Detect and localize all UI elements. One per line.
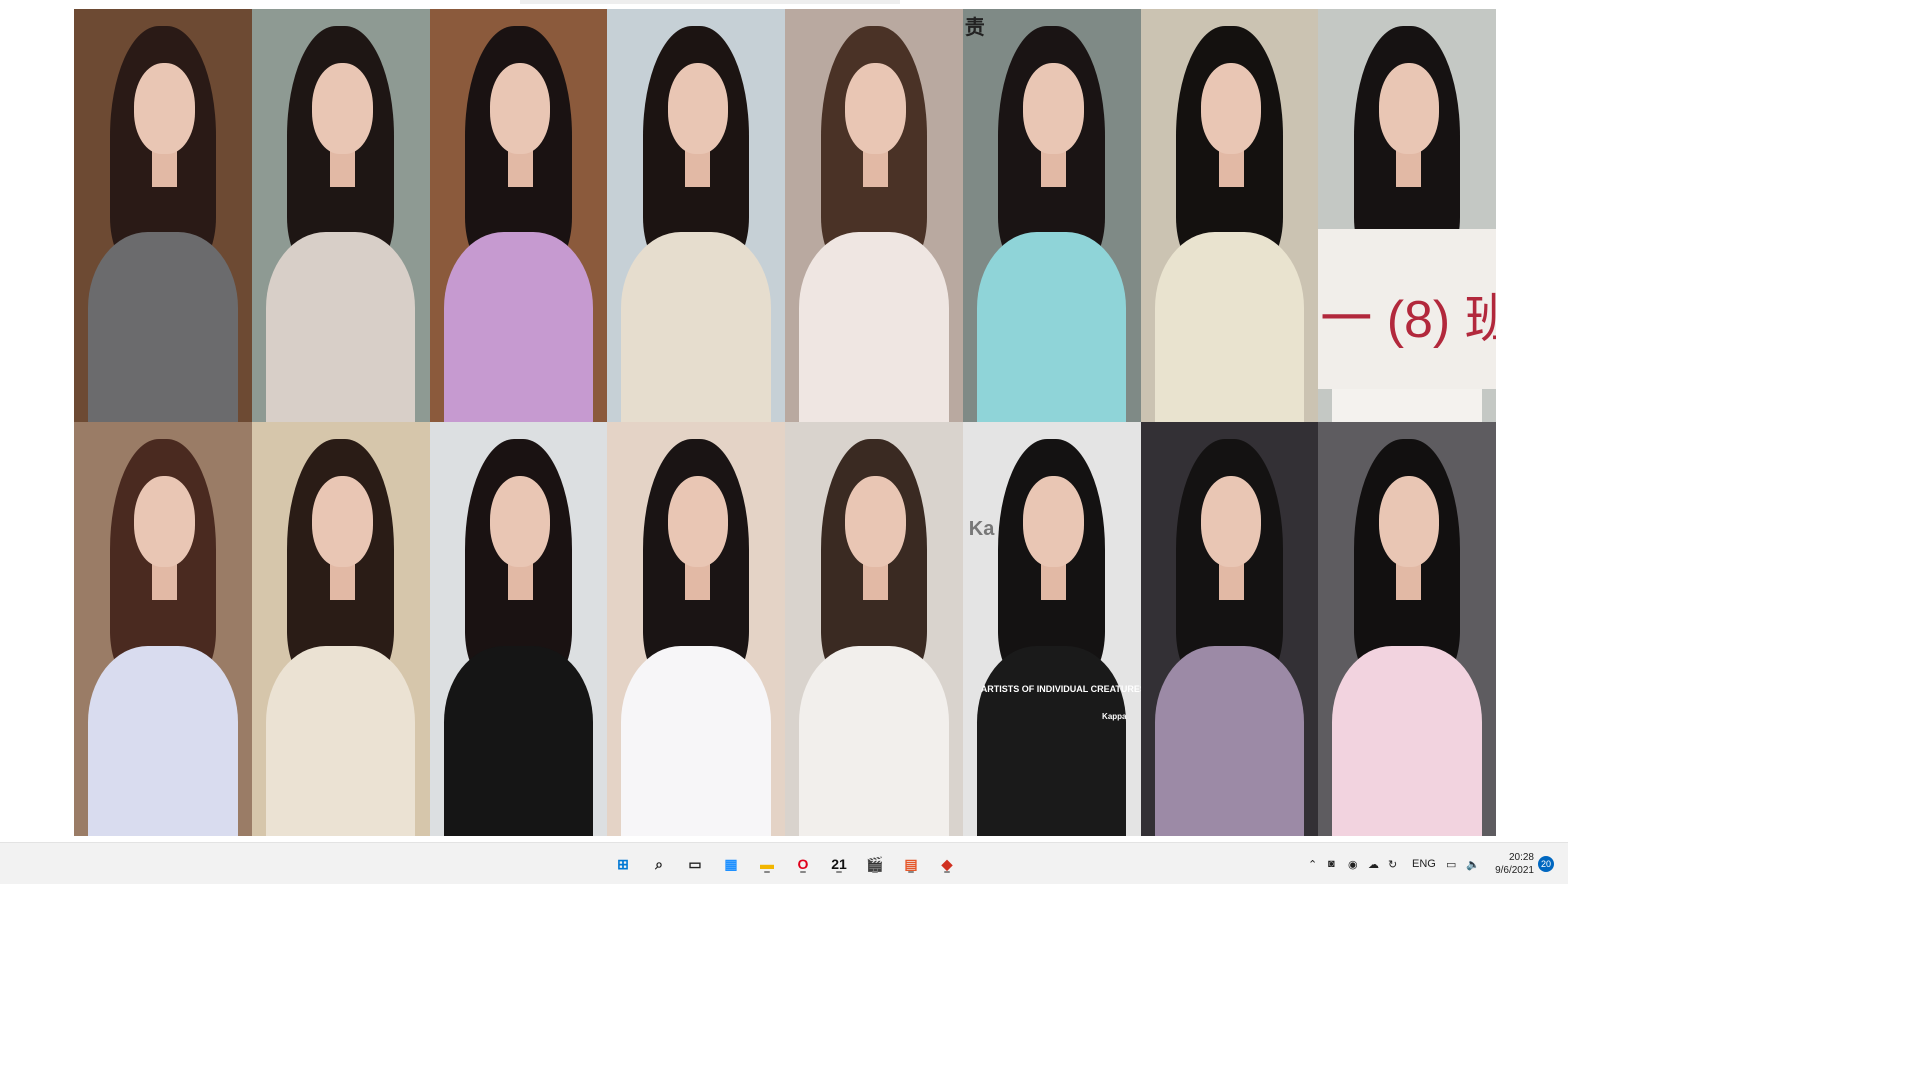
task-view-icon[interactable]: ▭ bbox=[683, 852, 707, 876]
portrait-face bbox=[1023, 475, 1084, 567]
portrait-face bbox=[845, 62, 906, 154]
portrait-outfit bbox=[88, 645, 238, 836]
portrait-outfit bbox=[1154, 645, 1305, 836]
running-indicator bbox=[764, 871, 770, 873]
notification-badge[interactable]: 20 bbox=[1538, 856, 1554, 872]
portrait-face bbox=[312, 475, 373, 567]
portrait-outfit bbox=[799, 645, 949, 836]
portrait-outfit bbox=[976, 232, 1127, 422]
volume-icon[interactable]: 🔈 bbox=[1466, 855, 1480, 873]
game-app-icon[interactable]: ◆ bbox=[935, 852, 959, 876]
portrait-face bbox=[489, 62, 551, 154]
photo-tile: 责 bbox=[962, 9, 1141, 422]
running-indicator bbox=[872, 871, 878, 873]
portrait-outfit bbox=[1332, 645, 1482, 836]
photo-tile bbox=[607, 422, 785, 836]
network-icon[interactable]: ▭ bbox=[1446, 855, 1456, 873]
photo-tile bbox=[607, 9, 785, 422]
start-icon[interactable]: ⊞ bbox=[611, 852, 635, 876]
onedrive-icon[interactable]: ☁ bbox=[1368, 855, 1379, 873]
photo-tile: Ka ARTISTS OF INDIVIDUAL CREATURES Kappa bbox=[962, 422, 1141, 836]
photo-tile bbox=[1140, 422, 1319, 836]
discord-icon[interactable]: ◙ bbox=[1328, 855, 1335, 873]
portrait-outfit bbox=[799, 232, 949, 422]
portrait-outfit bbox=[1154, 232, 1305, 422]
widgets-icon[interactable]: ▦ bbox=[719, 852, 743, 876]
photo-tile bbox=[251, 422, 430, 836]
steam-icon[interactable]: ◉ bbox=[1348, 855, 1358, 873]
calendar-app-icon[interactable]: ▤ bbox=[899, 852, 923, 876]
sync-icon[interactable]: ↻ bbox=[1388, 855, 1397, 873]
photo-tile bbox=[1140, 9, 1319, 422]
portrait-outfit bbox=[443, 645, 594, 836]
portrait-outfit bbox=[265, 232, 416, 422]
photo-tile bbox=[251, 9, 430, 422]
portrait-face bbox=[1200, 475, 1262, 567]
photo-tile: 一 (8) 班 bbox=[1318, 9, 1496, 422]
portrait-outfit bbox=[88, 232, 238, 422]
photo-collage: 责一 (8) 班 Ka ARTISTS OF INDIVIDUAL CREATURE… bbox=[74, 9, 1496, 836]
shirt-brand: Kappa bbox=[1102, 712, 1127, 721]
portrait-outfit bbox=[265, 645, 416, 836]
photo-tile bbox=[429, 422, 608, 836]
opera-icon[interactable]: O bbox=[791, 852, 815, 876]
photo-tile bbox=[785, 9, 963, 422]
photo-tile bbox=[74, 9, 252, 422]
clock-date: 9/6/2021 bbox=[1495, 865, 1534, 876]
portrait-outfit bbox=[976, 645, 1127, 836]
portrait-face bbox=[134, 475, 195, 567]
portrait-outfit bbox=[621, 645, 771, 836]
running-indicator bbox=[836, 871, 842, 873]
class-sign-text: 一 (8) 班 bbox=[1320, 291, 1496, 349]
file-explorer-icon[interactable]: ▬ bbox=[755, 852, 779, 876]
running-indicator bbox=[908, 871, 914, 873]
portrait-outfit bbox=[443, 232, 594, 422]
running-indicator bbox=[800, 871, 806, 873]
backdrop-text: Ka bbox=[968, 518, 995, 540]
photo-tile bbox=[785, 422, 963, 836]
language-indicator[interactable]: ENG bbox=[1412, 855, 1436, 873]
photo-tile bbox=[429, 9, 608, 422]
show-hidden-icons-icon[interactable]: ⌃ bbox=[1308, 855, 1317, 873]
portrait-face bbox=[1378, 62, 1440, 154]
portrait-outfit bbox=[621, 232, 771, 422]
portrait-face bbox=[845, 475, 906, 567]
portrait-face bbox=[1200, 62, 1262, 154]
shirt-print: ARTISTS OF INDIVIDUAL CREATURES bbox=[980, 684, 1141, 694]
portrait-face bbox=[134, 62, 195, 154]
photo-tile bbox=[1318, 422, 1496, 836]
portrait-face bbox=[667, 62, 729, 154]
clock-time: 20:28 bbox=[1508, 852, 1534, 863]
portrait-face bbox=[1023, 62, 1084, 154]
running-indicator bbox=[944, 871, 950, 873]
app-21-icon[interactable]: 21 bbox=[827, 852, 851, 876]
portrait-face bbox=[312, 62, 373, 154]
portrait-face bbox=[1378, 475, 1440, 567]
portrait-face bbox=[667, 475, 729, 567]
search-icon[interactable]: ⌕ bbox=[647, 852, 671, 876]
clapper-icon[interactable]: 🎬 bbox=[863, 852, 887, 876]
corner-character: 责 bbox=[964, 17, 985, 39]
photo-tile bbox=[74, 422, 252, 836]
clock[interactable]: 20:28 9/6/2021 bbox=[1495, 851, 1534, 877]
taskbar: ⊞ ⌕ ▭ ▦ ▬ O 21 🎬 ▤ ◆ ⌃ ◙ ◉ ☁ ↻ ENG ▭ 🔈 20:28 9/6/… bbox=[0, 842, 1568, 884]
top-strip bbox=[520, 0, 900, 4]
portrait-face bbox=[489, 475, 551, 567]
